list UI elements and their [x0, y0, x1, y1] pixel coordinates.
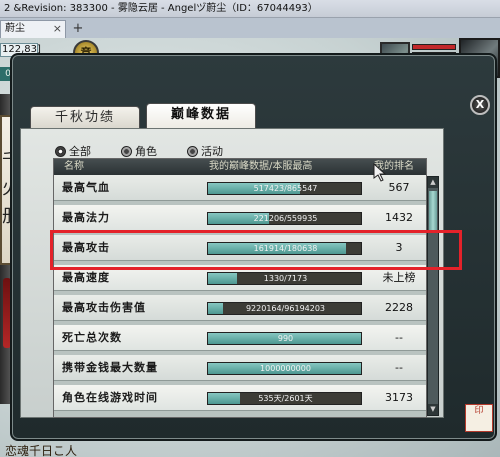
row-name: 携带金钱最大数量	[62, 361, 158, 374]
pet-hp-bar	[412, 44, 456, 50]
row-progress-text: 517423/865547	[253, 184, 318, 193]
close-tab-icon[interactable]: ×	[53, 21, 62, 37]
tab-label: 蔚尘	[5, 23, 25, 34]
table-row: 最高气血 517423/865547 567	[54, 175, 426, 201]
row-rank: 3173	[385, 391, 413, 404]
row-rank: 2228	[385, 301, 413, 314]
player-name-label: 恋魂千日こ人	[5, 444, 78, 457]
row-progress-bar: 990	[207, 332, 362, 345]
row-name: 最高攻击伤害值	[62, 301, 146, 314]
row-progress-text: 9220164/96194203	[245, 304, 326, 313]
new-tab-button[interactable]: +	[71, 22, 85, 36]
row-progress-bar: 1000000000	[207, 362, 362, 375]
window-titlebar: 2 &Revision: 383300 - 雾隐云居 - Angelヅ蔚尘（ID…	[0, 0, 500, 18]
row-name: 角色在线游戏时间	[62, 391, 158, 404]
row-name: 死亡总次数	[62, 331, 122, 344]
scroll-up-icon[interactable]: ▲	[428, 177, 438, 188]
tab-game[interactable]: 蔚尘 ×	[0, 20, 66, 38]
row-progress-text: 1000000000	[260, 364, 311, 373]
row-progress-text: 990	[277, 334, 294, 343]
tab-peak-data[interactable]: 巅峰数据	[146, 103, 256, 130]
scroll-down-icon[interactable]: ▼	[428, 404, 438, 415]
table-row: 最高法力 221206/559935 1432	[54, 205, 426, 231]
filter-radios: 全部 角色 活动	[55, 143, 245, 159]
table-header: 名称 我的巅峰数据/本服最高 我的排名	[54, 159, 426, 175]
mouse-cursor-icon	[373, 162, 387, 182]
filter-all-label: 全部	[69, 145, 91, 158]
scroll-thumb[interactable]	[429, 191, 437, 231]
seal-stamp: 印	[465, 404, 493, 432]
radio-selected-icon[interactable]	[55, 145, 66, 157]
close-panel-button[interactable]: X	[470, 95, 490, 115]
filter-event[interactable]: 活动	[187, 143, 223, 159]
row-progress-bar: 535天/2601天	[207, 392, 362, 405]
radio-icon[interactable]	[121, 145, 132, 157]
row-rank: 1432	[385, 211, 413, 224]
filter-role[interactable]: 角色	[121, 143, 157, 159]
annotation-highlight-box	[50, 230, 462, 270]
filter-event-label: 活动	[201, 145, 223, 158]
radio-icon[interactable]	[187, 145, 198, 157]
row-progress-bar: 9220164/96194203	[207, 302, 362, 315]
table-row: 携带金钱最大数量 1000000000 --	[54, 355, 426, 381]
tab-bar: 蔚尘 × +	[0, 18, 500, 38]
row-progress-text: 1330/7173	[263, 274, 308, 283]
row-progress-bar: 221206/559935	[207, 212, 362, 225]
filter-all[interactable]: 全部	[55, 143, 91, 159]
row-progress-bar: 517423/865547	[207, 182, 362, 195]
tab-qianqiu[interactable]: 千秋功绩	[30, 106, 140, 130]
row-progress-text: 221206/559935	[253, 214, 318, 223]
filter-role-label: 角色	[135, 145, 157, 158]
row-name: 最高法力	[62, 211, 110, 224]
col-data: 我的巅峰数据/本服最高	[209, 161, 313, 172]
table-row: 最高攻击伤害值 9220164/96194203 2228	[54, 295, 426, 321]
table-row: 死亡总次数 990 --	[54, 325, 426, 351]
peak-data-table: 名称 我的巅峰数据/本服最高 我的排名 最高气血 517423/865547 567…	[53, 158, 427, 418]
row-rank: --	[395, 361, 403, 374]
table-row: 角色在线游戏时间 535天/2601天 3173	[54, 385, 426, 411]
col-name: 名称	[64, 161, 84, 172]
row-rank: --	[395, 331, 403, 344]
row-name: 最高气血	[62, 181, 110, 194]
table-scrollbar[interactable]: ▲ ▼	[427, 176, 439, 416]
row-progress-text: 535天/2601天	[258, 394, 313, 403]
seal-text: 印	[474, 406, 484, 416]
row-progress-bar: 1330/7173	[207, 272, 362, 285]
